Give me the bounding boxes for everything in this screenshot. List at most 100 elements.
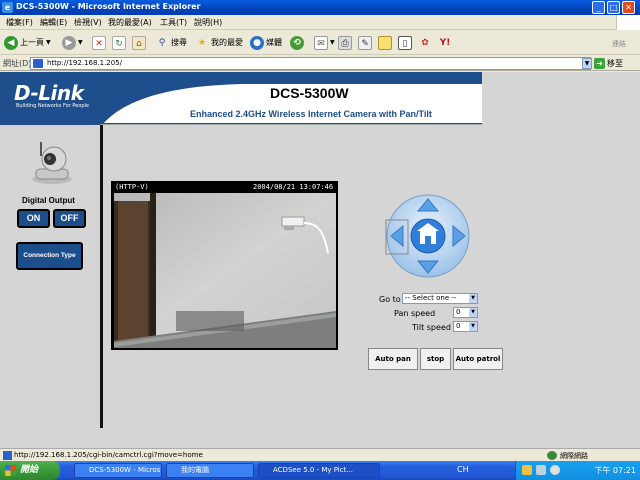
print-button[interactable]: ⎙ bbox=[338, 34, 352, 51]
network-icon[interactable] bbox=[536, 465, 546, 475]
pan-speed-label: Pan speed bbox=[394, 309, 436, 318]
tilt-speed-select[interactable]: 0 ▼ bbox=[453, 321, 478, 332]
search-label: 搜尋 bbox=[171, 38, 187, 47]
maximize-button[interactable]: □ bbox=[607, 1, 620, 14]
chevron-down-icon: ▼ bbox=[469, 322, 477, 331]
printer-icon: ⎙ bbox=[338, 35, 352, 50]
security-zone-label: 網際網路 bbox=[560, 452, 588, 460]
internet-zone-icon bbox=[547, 451, 557, 460]
clock[interactable]: 下午 07:21 bbox=[594, 465, 636, 476]
menu-tools[interactable]: 工具(T) bbox=[160, 17, 187, 28]
menu-view[interactable]: 檢視(V) bbox=[74, 17, 102, 28]
history-button[interactable]: ⟲ bbox=[290, 34, 304, 51]
edit-button[interactable]: ✎ bbox=[358, 34, 372, 51]
discuss-button[interactable] bbox=[378, 34, 392, 51]
go-button[interactable]: ➜ 移至 bbox=[594, 57, 623, 70]
start-button[interactable]: 開始 bbox=[0, 461, 60, 480]
task-acdsee[interactable]: ACDSee 5.0 - My Pict... bbox=[258, 463, 380, 478]
media-icon: ● bbox=[250, 35, 264, 50]
tray-app-icon[interactable] bbox=[522, 465, 532, 475]
video-timestamp: 2004/08/21 13:07:46 bbox=[253, 183, 334, 191]
page-loading-icon bbox=[3, 451, 12, 460]
product-subtitle: Enhanced 2.4GHz Wireless Internet Camera… bbox=[190, 109, 432, 119]
pan-speed-value: 0 bbox=[456, 308, 461, 316]
output-on-button[interactable]: ON bbox=[17, 209, 50, 228]
model-title: DCS-5300W bbox=[270, 85, 349, 101]
stop-button[interactable]: ✕ bbox=[92, 34, 106, 51]
taskbar: 開始 DCS-5300W - Micros... 我的電腦 ACDSee 5.0… bbox=[0, 461, 640, 480]
digital-output-label: Digital Output bbox=[22, 196, 75, 205]
mail-icon: ✉ bbox=[314, 35, 328, 50]
address-label: 網址(D) bbox=[3, 59, 32, 68]
favorites-button[interactable]: ★ 我的最愛 bbox=[195, 34, 243, 51]
connection-type-button[interactable]: Connection Type bbox=[16, 242, 83, 270]
volume-icon[interactable] bbox=[550, 465, 560, 475]
edit-page-icon: ✎ bbox=[358, 35, 372, 50]
yahoo-button[interactable]: Y! bbox=[438, 34, 452, 51]
links-label[interactable]: 連結 bbox=[612, 39, 626, 49]
logo-tagline: Building Networks For People bbox=[16, 103, 89, 109]
page-icon bbox=[33, 59, 43, 68]
goto-selected-value: -- Select one -- bbox=[405, 294, 457, 302]
discuss-icon bbox=[378, 35, 392, 50]
menu-bar: 檔案(F) 編輯(E) 檢視(V) 我的最愛(A) 工具(T) 說明(H) bbox=[0, 15, 640, 30]
goto-label: Go to bbox=[379, 295, 401, 304]
pan-speed-select[interactable]: 0 ▼ bbox=[453, 307, 478, 318]
minimize-button[interactable]: _ bbox=[592, 1, 605, 14]
window-title: DCS-5300W - Microsoft Internet Explorer bbox=[16, 2, 201, 11]
windows-logo-icon bbox=[616, 15, 640, 30]
dlink-logo: D-Link bbox=[14, 81, 84, 105]
go-arrow-icon: ➜ bbox=[594, 58, 605, 69]
home-icon: ⌂ bbox=[132, 35, 146, 50]
windows-flag-icon bbox=[5, 465, 16, 476]
history-icon: ⟲ bbox=[290, 35, 304, 50]
start-label: 開始 bbox=[20, 465, 39, 475]
research-icon: ▯ bbox=[398, 35, 412, 50]
status-text: http://192.168.1.205/cgi-bin/camctrl.cgi… bbox=[14, 451, 203, 459]
messenger-button[interactable]: ✿ bbox=[418, 34, 432, 51]
yahoo-icon: Y! bbox=[439, 37, 451, 48]
go-label: 移至 bbox=[607, 59, 623, 68]
search-icon: ⚲ bbox=[158, 37, 166, 48]
mail-button[interactable]: ✉ ▼ bbox=[314, 34, 335, 51]
address-input[interactable]: http://192.168.1.205/ bbox=[30, 57, 591, 70]
page-content: D-Link Building Networks For People DCS-… bbox=[0, 72, 640, 448]
camera-scene-image bbox=[114, 193, 336, 348]
language-indicator[interactable]: CH bbox=[457, 465, 469, 474]
video-mode-label: (HTTP-V) bbox=[115, 183, 149, 191]
search-button[interactable]: ⚲ 搜尋 bbox=[155, 34, 187, 51]
goto-preset-select[interactable]: -- Select one -- ▼ bbox=[402, 293, 478, 304]
tilt-speed-value: 0 bbox=[456, 322, 461, 330]
menu-edit[interactable]: 編輯(E) bbox=[40, 17, 67, 28]
messenger-icon: ✿ bbox=[421, 37, 429, 48]
ie-icon: e bbox=[2, 2, 13, 13]
camera-icon bbox=[32, 142, 72, 184]
auto-patrol-button[interactable]: Auto patrol bbox=[453, 348, 503, 370]
tilt-speed-label: Tilt speed bbox=[412, 323, 451, 332]
menu-favorites[interactable]: 我的最愛(A) bbox=[108, 17, 152, 28]
stop-pan-button[interactable]: stop bbox=[420, 348, 451, 370]
media-button[interactable]: ● 媒體 bbox=[250, 34, 282, 51]
address-dropdown-button[interactable]: ▼ bbox=[582, 58, 592, 69]
refresh-button[interactable]: ↻ bbox=[112, 34, 126, 51]
auto-pan-button[interactable]: Auto pan bbox=[368, 348, 418, 370]
task-ie-window[interactable]: DCS-5300W - Micros... bbox=[74, 463, 162, 478]
menu-help[interactable]: 說明(H) bbox=[194, 17, 222, 28]
menu-file[interactable]: 檔案(F) bbox=[6, 17, 33, 28]
back-label: 上一頁 bbox=[20, 38, 44, 47]
close-button[interactable]: ✕ bbox=[622, 1, 635, 14]
content-divider bbox=[100, 124, 482, 125]
window-title-bar[interactable]: e DCS-5300W - Microsoft Internet Explore… bbox=[0, 0, 640, 15]
home-button[interactable]: ⌂ bbox=[132, 34, 146, 51]
back-button[interactable]: ◀ 上一頁 ▼ bbox=[4, 34, 51, 51]
task-my-computer[interactable]: 我的電腦 bbox=[166, 463, 254, 478]
forward-button[interactable]: ▶ ▼ bbox=[62, 34, 83, 51]
output-off-button[interactable]: OFF bbox=[53, 209, 86, 228]
forward-arrow-icon: ▶ bbox=[62, 35, 76, 50]
refresh-icon: ↻ bbox=[112, 35, 126, 50]
ptz-control-pad[interactable] bbox=[385, 193, 471, 279]
research-button[interactable]: ▯ bbox=[398, 34, 412, 51]
standard-toolbar: ◀ 上一頁 ▼ ▶ ▼ ✕ ↻ ⌂ ⚲ 搜尋 ★ 我的最愛 ● 媒體 ⟲ ✉ ▼… bbox=[0, 31, 640, 55]
status-bar: http://192.168.1.205/cgi-bin/camctrl.cgi… bbox=[0, 448, 640, 461]
system-tray: 下午 07:21 bbox=[515, 461, 640, 480]
